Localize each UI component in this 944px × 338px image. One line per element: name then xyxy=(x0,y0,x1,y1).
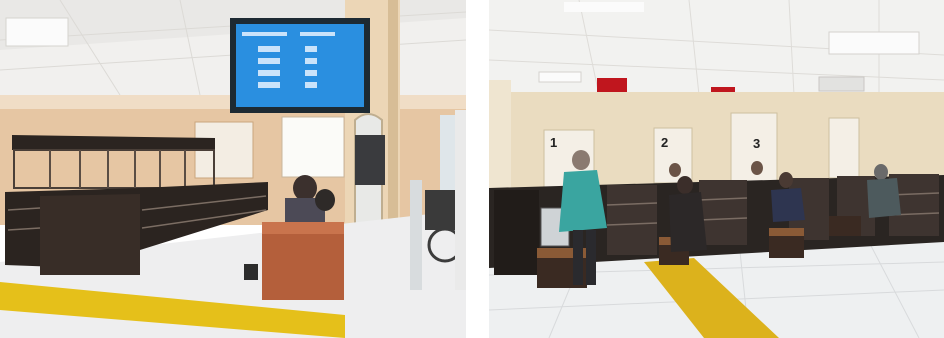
queue-display xyxy=(597,78,627,92)
ceiling-light xyxy=(828,31,920,55)
window-number-2: 2 xyxy=(661,135,668,150)
photo-left xyxy=(0,0,466,338)
window-number-1: 1 xyxy=(550,135,557,150)
photo-right: 1 2 3 xyxy=(489,0,944,338)
window-number-3: 3 xyxy=(753,136,760,151)
ceiling-light xyxy=(5,17,69,47)
service-counters-photo: 1 2 3 xyxy=(489,0,944,338)
waiting-area-photo xyxy=(0,0,466,338)
